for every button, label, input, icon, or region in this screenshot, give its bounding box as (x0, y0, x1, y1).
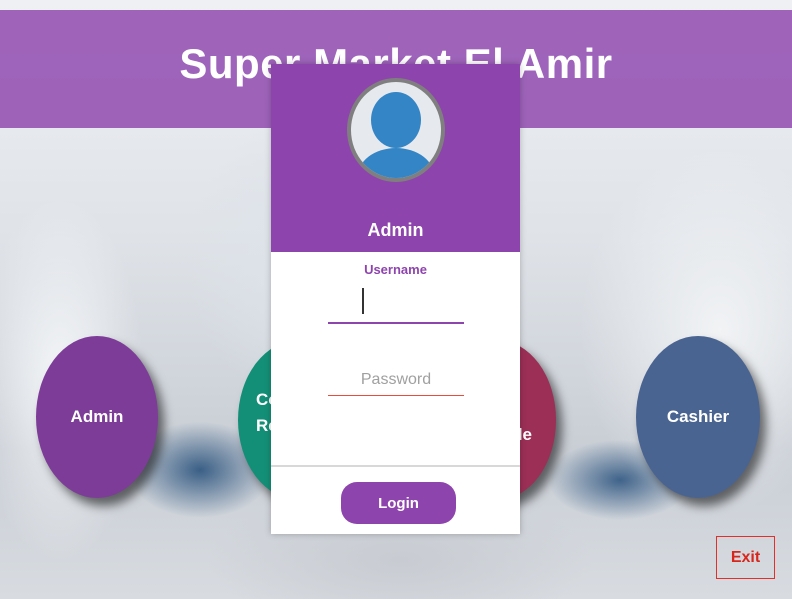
avatar-head (371, 92, 421, 148)
login-card-header: Admin (271, 64, 520, 252)
role-label: Cashier (666, 407, 730, 426)
login-button[interactable]: Login (341, 482, 456, 524)
role-admin-button[interactable]: Admin (36, 336, 158, 498)
role-cashier-button[interactable]: Cashier (636, 336, 760, 498)
role-label: Admin (70, 407, 124, 426)
password-input[interactable] (328, 364, 464, 396)
username-label: Username (364, 262, 427, 277)
user-avatar-icon (347, 78, 445, 182)
login-dialog: Admin Username Login (271, 64, 520, 534)
avatar-body (357, 148, 435, 178)
card-divider (271, 465, 520, 467)
text-cursor (362, 288, 364, 314)
username-input[interactable] (328, 292, 464, 324)
login-role-title: Admin (367, 220, 424, 240)
exit-button[interactable]: Exit (716, 536, 775, 579)
